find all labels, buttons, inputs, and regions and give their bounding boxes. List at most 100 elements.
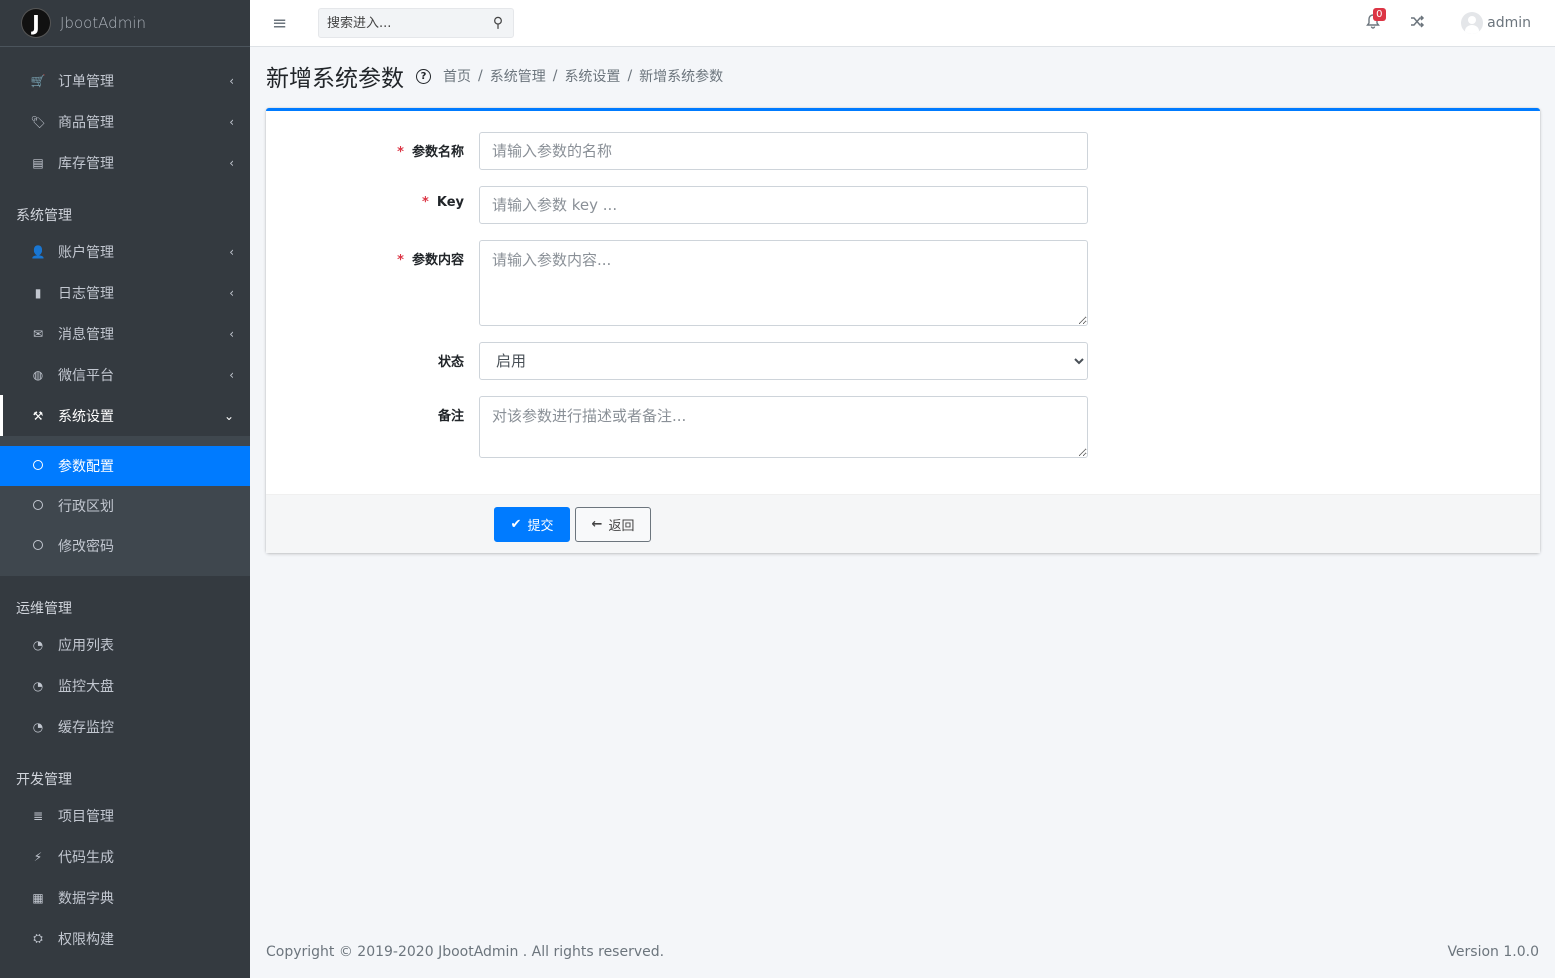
breadcrumb-separator: /: [627, 68, 633, 84]
breadcrumb-current: 新增系统参数: [639, 69, 724, 85]
content-header: 新增系统参数 ? 首页 / 系统管理 / 系统设置 / 新增系统参数: [266, 58, 723, 94]
form-row-remark: 备注: [266, 396, 1088, 458]
sidebar-item-wechat[interactable]: ◍ 微信平台 ‹: [0, 354, 250, 395]
shuffle-icon[interactable]: [1410, 14, 1425, 32]
menu-toggle-icon[interactable]: ≡: [272, 13, 292, 34]
chevron-down-icon: ⌄: [223, 408, 234, 423]
sidebar-item-label: 日志管理: [58, 285, 114, 302]
param-name-input[interactable]: [479, 132, 1088, 170]
sidebar-item-label: 缓存监控: [58, 719, 114, 736]
search-icon[interactable]: ⚲: [484, 15, 512, 31]
sidebar-item-accounts[interactable]: 👤 账户管理 ‹: [0, 231, 250, 272]
param-form-card: *参数名称 *Key *参数内容 状态 启用 备注 ✔ 提交 ← 返回: [266, 108, 1540, 553]
brand-name: JbootAdmin: [60, 14, 146, 32]
chevron-left-icon: ‹: [229, 285, 234, 300]
breadcrumb-system[interactable]: 系统管理: [490, 66, 546, 86]
sidebar-item-label: 微信平台: [58, 367, 114, 384]
remark-textarea[interactable]: [479, 396, 1088, 458]
sidebar: J JbootAdmin 🛒 订单管理 ‹ 🏷 商品管理 ‹ ▤ 库存管理 ‹ …: [0, 0, 250, 978]
arrow-left-icon: ←: [591, 517, 603, 532]
breadcrumb-separator: /: [478, 68, 483, 84]
sidebar-item-system-settings[interactable]: ⚒ 系统设置 ⌄: [0, 395, 250, 436]
required-mark: *: [397, 253, 404, 268]
sidebar-item-label: 监控大盘: [58, 678, 114, 695]
circle-icon: [30, 459, 46, 473]
version-text: Version 1.0.0: [1447, 944, 1539, 960]
help-icon[interactable]: ?: [416, 68, 431, 84]
sidebar-item-label: 代码生成: [58, 849, 114, 866]
check-icon: ✔: [510, 517, 522, 532]
message-icon: ✉: [32, 326, 44, 341]
back-button[interactable]: ← 返回: [575, 507, 651, 542]
nav-header-system: 系统管理: [16, 208, 72, 224]
param-key-input[interactable]: [479, 186, 1088, 224]
navbar-right: 0 admin: [1366, 7, 1555, 34]
sidebar-item-projects[interactable]: ≣ 项目管理: [0, 795, 250, 836]
sidebar-item-products[interactable]: 🏷 商品管理 ‹: [0, 101, 250, 142]
notifications-button[interactable]: 0: [1366, 7, 1386, 33]
chevron-left-icon: ‹: [229, 326, 234, 341]
form-row-status: 状态 启用: [266, 342, 1088, 380]
sidebar-item-label: 系统设置: [58, 408, 114, 425]
sidebar-item-logs[interactable]: ▮ 日志管理 ‹: [0, 272, 250, 313]
brand-link[interactable]: J JbootAdmin: [0, 0, 250, 47]
key-label: * Key: [422, 195, 464, 210]
breadcrumb-separator: /: [552, 68, 558, 84]
sidebar-item-label: 订单管理: [58, 73, 114, 90]
sidebar-item-permissions[interactable]: ⛭ 权限构建: [0, 918, 250, 959]
page-footer: Copyright © 2019-2020 JbootAdmin . All r…: [266, 944, 1539, 960]
page-title: 新增系统参数: [266, 66, 404, 92]
chevron-left-icon: ‹: [229, 73, 234, 88]
sidebar-item-monitor[interactable]: ◔ 监控大盘: [0, 665, 250, 706]
content-label: * 参数内容: [397, 253, 464, 268]
user-menu[interactable]: admin: [1461, 12, 1531, 34]
sidebar-item-label: 项目管理: [58, 808, 114, 825]
form-row-name: * 参数名称: [266, 132, 1088, 170]
required-mark: *: [397, 145, 404, 160]
required-mark: *: [422, 195, 429, 210]
sidebar-item-label: 权限构建: [58, 931, 114, 948]
sidebar-item-messages[interactable]: ✉ 消息管理 ‹: [0, 313, 250, 354]
form-actions: ✔ 提交 ← 返回: [266, 494, 1540, 553]
search-input[interactable]: [319, 15, 484, 31]
dashboard-icon: ◔: [32, 637, 44, 652]
sidebar-item-cache-monitor[interactable]: ◔ 缓存监控: [0, 706, 250, 747]
sidebar-item-orders[interactable]: 🛒 订单管理 ‹: [0, 60, 250, 101]
dashboard-icon: ◔: [32, 719, 44, 734]
status-select[interactable]: 启用: [479, 342, 1088, 380]
grid-icon: ▦: [32, 890, 44, 905]
brand-logo: J: [22, 9, 50, 37]
user-icon: 👤: [30, 244, 46, 259]
sidebar-item-label: 账户管理: [58, 244, 114, 261]
sidebar-item-change-password[interactable]: 修改密码: [0, 526, 250, 566]
nav-header-ops: 运维管理: [16, 601, 72, 617]
sidebar-item-param-config[interactable]: 参数配置: [0, 446, 250, 486]
copyright-text: Copyright © 2019-2020 JbootAdmin . All r…: [266, 944, 665, 960]
sidebar-item-app-list[interactable]: ◔ 应用列表: [0, 624, 250, 665]
user-name: admin: [1487, 15, 1531, 31]
top-navbar: ≡ ⚲ 0 admin: [250, 0, 1555, 47]
breadcrumb-settings[interactable]: 系统设置: [564, 66, 620, 86]
warehouse-icon: ▤: [32, 155, 44, 170]
nav-header-dev: 开发管理: [16, 772, 72, 788]
sidebar-item-regions[interactable]: 行政区划: [0, 486, 250, 526]
back-label: 返回: [608, 519, 635, 534]
submit-button[interactable]: ✔ 提交: [494, 507, 570, 542]
chevron-left-icon: ‹: [229, 367, 234, 382]
chevron-left-icon: ‹: [229, 155, 234, 170]
circle-icon: [30, 539, 46, 553]
status-label: 状态: [437, 355, 464, 370]
breadcrumb: 首页 / 系统管理 / 系统设置 / 新增系统参数: [443, 66, 723, 86]
avatar: [1461, 12, 1484, 34]
sidebar-item-label: 参数配置: [58, 459, 114, 475]
sidebar-item-dictionary[interactable]: ▦ 数据字典: [0, 877, 250, 918]
sidebar-item-inventory[interactable]: ▤ 库存管理 ‹: [0, 142, 250, 183]
form-row-key: * Key: [266, 186, 1088, 224]
sidebar-item-label: 应用列表: [58, 637, 114, 654]
param-content-textarea[interactable]: [479, 240, 1088, 326]
search-box: ⚲: [318, 8, 514, 38]
sidebar-item-label: 库存管理: [58, 155, 114, 172]
form-row-content: * 参数内容: [266, 240, 1088, 326]
sidebar-item-codegen[interactable]: ⚡ 代码生成: [0, 836, 250, 877]
breadcrumb-home[interactable]: 首页: [443, 66, 471, 86]
